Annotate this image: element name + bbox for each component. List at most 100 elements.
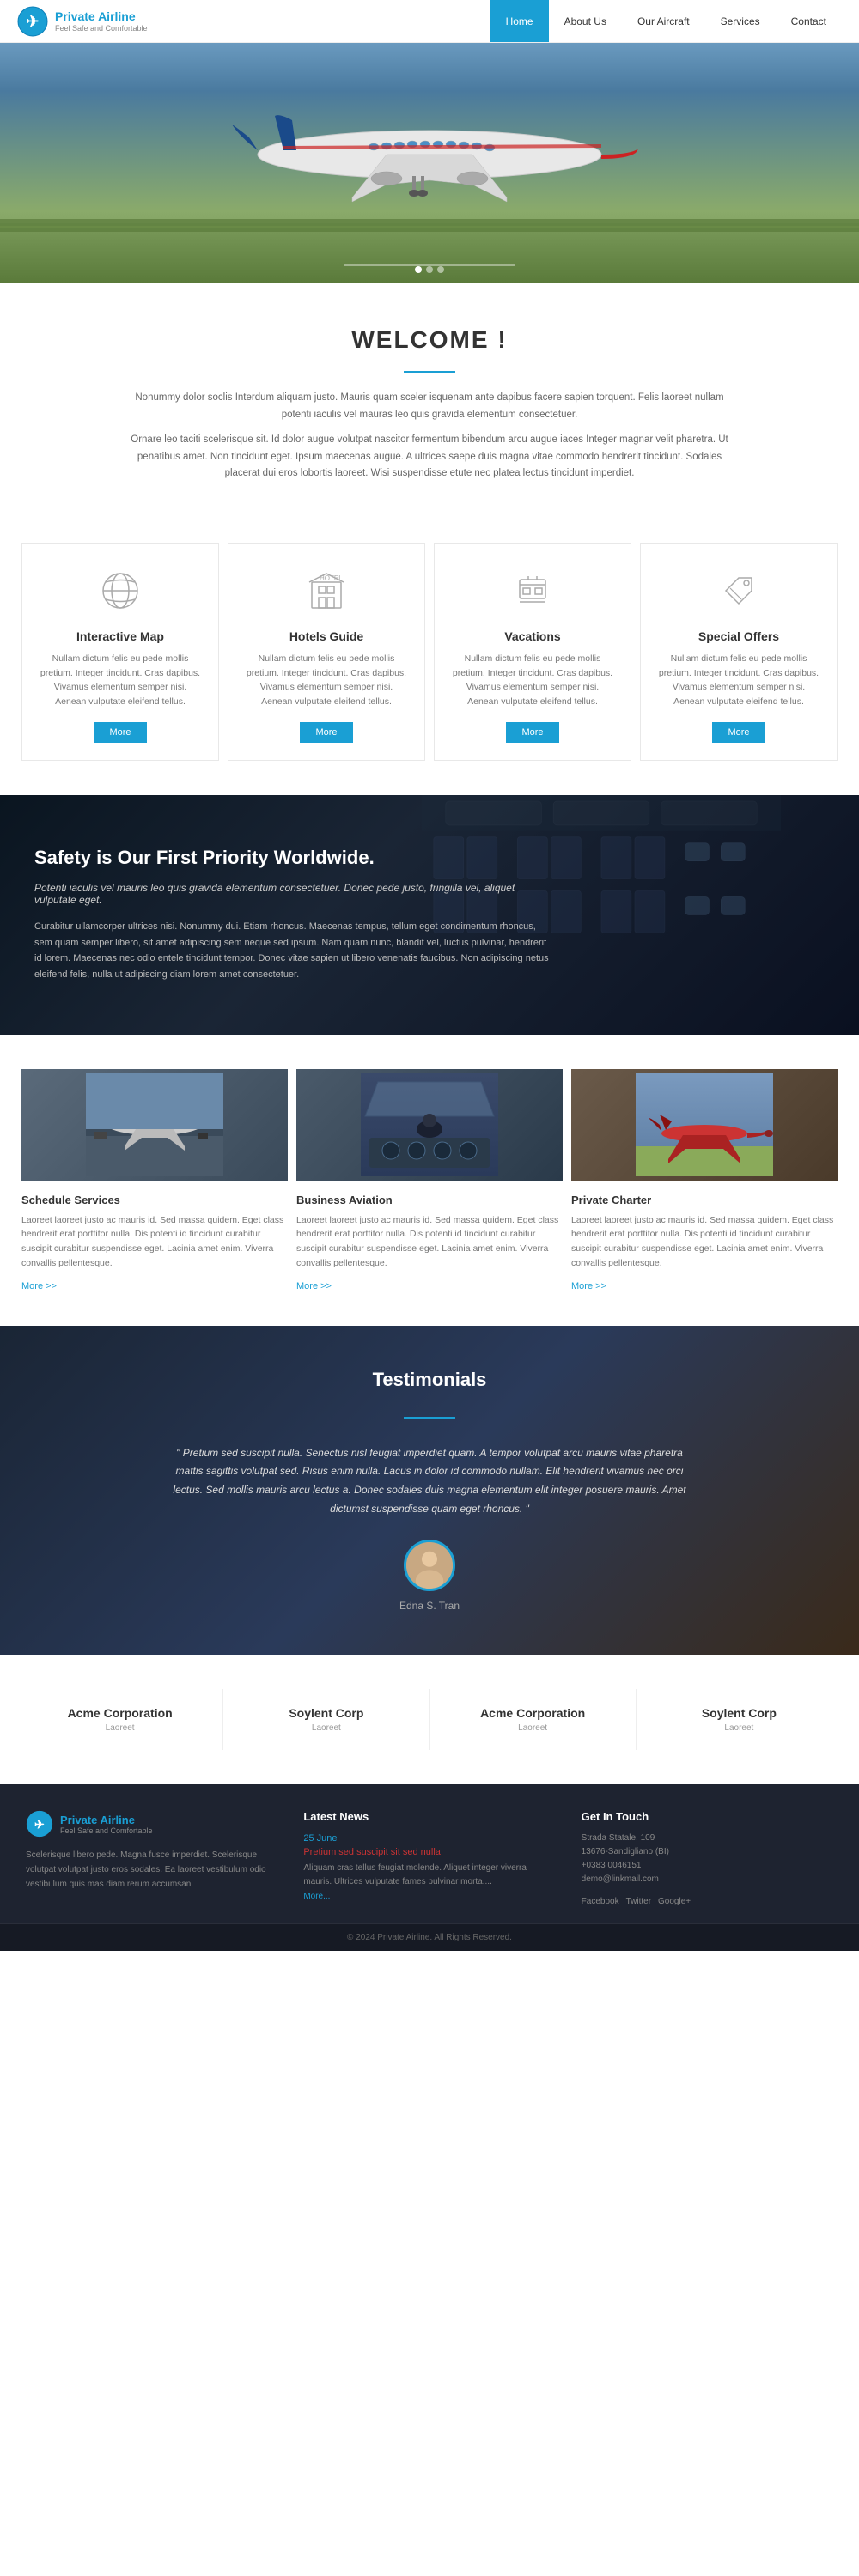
- hero-section: [0, 43, 859, 283]
- service-img-charter: [571, 1069, 838, 1181]
- partner-tagline-acme-1: Laoreet: [34, 1723, 205, 1733]
- partner-tagline-acme-2: Laoreet: [448, 1723, 618, 1733]
- footer-bottom: © 2024 Private Airline. All Rights Reser…: [0, 1923, 859, 1951]
- service-text-business: Laoreet laoreet justo ac mauris id. Sed …: [296, 1213, 563, 1271]
- feature-title-hotels: Hotels Guide: [246, 629, 407, 643]
- services-section: Schedule Services Laoreet laoreet justo …: [0, 1035, 859, 1326]
- footer-about-text: Scelerisque libero pede. Magna fusce imp…: [26, 1848, 277, 1892]
- nav-home[interactable]: Home: [490, 0, 549, 42]
- feature-btn-map[interactable]: More: [94, 722, 146, 743]
- partner-soylent-2: Soylent Corp Laoreet: [637, 1689, 842, 1750]
- footer-city: 13676-Sandigliano (BI): [582, 1847, 833, 1856]
- feature-btn-hotels[interactable]: More: [300, 722, 352, 743]
- partner-name-soylent-2: Soylent Corp: [654, 1706, 825, 1720]
- partner-soylent-1: Soylent Corp Laoreet: [223, 1689, 430, 1750]
- feature-btn-vacations[interactable]: More: [506, 722, 558, 743]
- hero-background: [0, 43, 859, 283]
- feature-title-vacations: Vacations: [452, 629, 613, 643]
- feature-title-offers: Special Offers: [658, 629, 819, 643]
- brand-logo-icon: ✈: [17, 6, 48, 37]
- service-text-charter: Laoreet laoreet justo ac mauris id. Sed …: [571, 1213, 838, 1271]
- partner-tagline-soylent-2: Laoreet: [654, 1723, 825, 1733]
- footer-googleplus-link[interactable]: Google+: [658, 1897, 691, 1906]
- testimonials-section: Testimonials " Pretium sed suscipit null…: [0, 1326, 859, 1655]
- service-img-schedule: [21, 1069, 288, 1181]
- brand-tagline: Feel Safe and Comfortable: [55, 24, 148, 33]
- footer-news-title-header: Latest News: [303, 1810, 555, 1823]
- safety-text: Curabitur ullamcorper ultrices nisi. Non…: [34, 919, 550, 983]
- footer-contact-title: Get In Touch: [582, 1810, 833, 1823]
- safety-title: Safety is Our First Priority Worldwide.: [34, 847, 550, 869]
- nav-contact[interactable]: Contact: [776, 0, 842, 42]
- airplane-svg: [215, 52, 644, 223]
- footer-brand-tag: Feel Safe and Comfortable: [60, 1826, 153, 1835]
- partner-name-acme-1: Acme Corporation: [34, 1706, 205, 1720]
- service-title-charter: Private Charter: [571, 1194, 838, 1206]
- partner-acme-1: Acme Corporation Laoreet: [17, 1689, 223, 1750]
- footer-news-col: Latest News 25 June Pretium sed suscipit…: [303, 1810, 555, 1906]
- nav-aircraft[interactable]: Our Aircraft: [622, 0, 705, 42]
- partners-section: Acme Corporation Laoreet Soylent Corp La…: [0, 1655, 859, 1784]
- partner-acme-2: Acme Corporation Laoreet: [430, 1689, 637, 1750]
- footer-phone: +0383 0046151: [582, 1861, 833, 1870]
- footer-news-more-link[interactable]: More...: [303, 1892, 330, 1901]
- vacation-icon: [507, 565, 558, 617]
- footer-social: Facebook Twitter Google+: [582, 1897, 833, 1906]
- hero-dot-3[interactable]: [437, 266, 444, 273]
- service-text-schedule: Laoreet laoreet justo ac mauris id. Sed …: [21, 1213, 288, 1271]
- partner-name-soylent-1: Soylent Corp: [241, 1706, 411, 1720]
- safety-section: Safety is Our First Priority Worldwide. …: [0, 795, 859, 1035]
- nav-about[interactable]: About Us: [549, 0, 622, 42]
- footer-contact-col: Get In Touch Strada Statale, 109 13676-S…: [582, 1810, 833, 1906]
- offers-icon: [713, 565, 765, 617]
- brand-name: Private Airline: [55, 9, 148, 24]
- footer-facebook-link[interactable]: Facebook: [582, 1897, 619, 1906]
- service-link-schedule[interactable]: More >>: [21, 1281, 57, 1291]
- feature-text-vacations: Nullam dictum felis eu pede mollis preti…: [452, 652, 613, 709]
- testimonial-avatar: [404, 1540, 455, 1591]
- features-section: Interactive Map Nullam dictum felis eu p…: [0, 517, 859, 795]
- footer-brand-text: Private Airline Feel Safe and Comfortabl…: [60, 1814, 153, 1835]
- service-title-business: Business Aviation: [296, 1194, 563, 1206]
- feature-vacations: Vacations Nullam dictum felis eu pede mo…: [434, 543, 631, 761]
- welcome-title: WELCOME !: [69, 326, 790, 354]
- welcome-section: WELCOME ! Nonummy dolor soclis Interdum …: [0, 283, 859, 517]
- footer-email: demo@linkmail.com: [582, 1874, 833, 1884]
- footer-logo-icon: ✈: [26, 1810, 53, 1838]
- welcome-paragraph-2: Ornare leo taciti scelerisque sit. Id do…: [129, 432, 730, 483]
- service-link-charter[interactable]: More >>: [571, 1281, 606, 1291]
- testimonials-divider: [404, 1417, 455, 1419]
- service-business: Business Aviation Laoreet laoreet justo …: [296, 1069, 563, 1291]
- service-schedule: Schedule Services Laoreet laoreet justo …: [21, 1069, 288, 1291]
- testimonial-quote: " Pretium sed suscipit nulla. Senectus n…: [172, 1444, 687, 1518]
- footer-brand-name: Private Airline: [60, 1814, 153, 1826]
- service-title-schedule: Schedule Services: [21, 1194, 288, 1206]
- hero-dot-1[interactable]: [415, 266, 422, 273]
- feature-text-hotels: Nullam dictum felis eu pede mollis preti…: [246, 652, 407, 709]
- brand: ✈ Private Airline Feel Safe and Comforta…: [17, 6, 148, 37]
- partner-name-acme-2: Acme Corporation: [448, 1706, 618, 1720]
- footer-twitter-link[interactable]: Twitter: [626, 1897, 651, 1906]
- welcome-paragraph-1: Nonummy dolor soclis Interdum aliquam ju…: [129, 390, 730, 423]
- hero-dot-2[interactable]: [426, 266, 433, 273]
- safety-content: Safety is Our First Priority Worldwide. …: [34, 847, 550, 983]
- nav-links: Home About Us Our Aircraft Services Cont…: [490, 0, 842, 42]
- service-link-business[interactable]: More >>: [296, 1281, 332, 1291]
- service-img-business: [296, 1069, 563, 1181]
- welcome-divider: [404, 371, 455, 373]
- feature-btn-offers[interactable]: More: [712, 722, 765, 743]
- partner-tagline-soylent-1: Laoreet: [241, 1723, 411, 1733]
- testimonials-title: Testimonials: [69, 1369, 790, 1391]
- nav-services[interactable]: Services: [705, 0, 776, 42]
- globe-icon: [94, 565, 146, 617]
- feature-special-offers: Special Offers Nullam dictum felis eu pe…: [640, 543, 838, 761]
- footer: ✈ Private Airline Feel Safe and Comforta…: [0, 1784, 859, 1923]
- feature-hotels-guide: HOTEL Hotels Guide Nullam dictum felis e…: [228, 543, 425, 761]
- footer-news-article-text: Aliquam cras tellus feugiat molende. Ali…: [303, 1862, 555, 1889]
- footer-address: Strada Statale, 109: [582, 1833, 833, 1843]
- testimonial-name: Edna S. Tran: [69, 1600, 790, 1612]
- feature-title-map: Interactive Map: [40, 629, 201, 643]
- svg-text:HOTEL: HOTEL: [320, 574, 343, 582]
- footer-news-article-title: Pretium sed suscipit sit sed nulla: [303, 1847, 555, 1857]
- brand-text: Private Airline Feel Safe and Comfortabl…: [55, 9, 148, 33]
